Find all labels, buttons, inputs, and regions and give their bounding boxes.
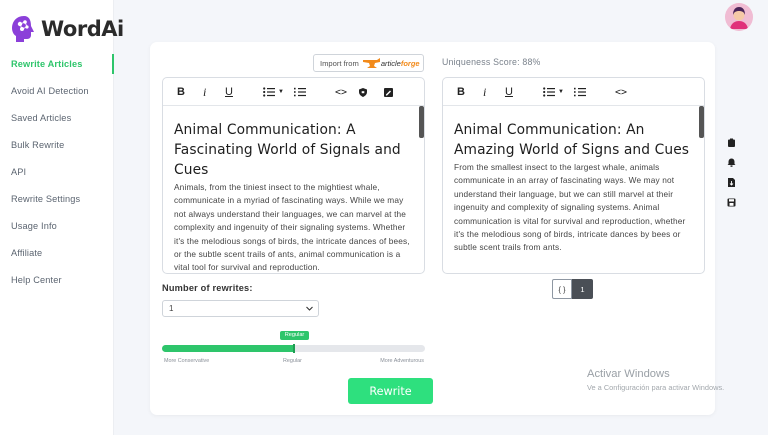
sidebar-item-rewrite-articles[interactable]: Rewrite Articles [0,54,114,81]
slider-fill [162,345,294,352]
rewritten-editor-toolbar: B i U ▼ <> [443,78,704,106]
rewritten-editor[interactable]: B i U ▼ <> Animal Communication: An Amaz… [442,77,705,274]
uniqueness-score: Uniqueness Score: 88% [442,57,541,67]
rewrite-pager: { } 1 [552,279,593,299]
rewrites-label: Number of rewrites: [162,283,253,293]
italic-button[interactable]: i [483,84,486,100]
numbered-list-icon [294,87,306,97]
sidebar-item-api[interactable]: API [0,162,114,189]
side-action-icons [727,138,739,218]
sidebar-nav: Rewrite Articles Avoid AI Detection Save… [0,54,114,297]
sidebar-item-avoid-ai-detection[interactable]: Avoid AI Detection [0,81,114,108]
articleforge-logo: articleforge [362,58,420,68]
rewrites-select[interactable]: 1 [162,300,319,317]
app-name: WordAi [41,17,124,41]
sidebar-item-affiliate[interactable]: Affiliate [0,243,114,270]
bullet-list-icon [263,87,275,97]
original-body: Animals, from the tiniest insect to the … [174,182,410,273]
articleforge-brand: article [380,58,401,68]
underline-button[interactable]: U [225,84,233,100]
save-icon[interactable] [727,198,736,207]
user-avatar[interactable] [725,3,753,31]
sidebar-item-help-center[interactable]: Help Center [0,270,114,297]
code-view-button[interactable]: <> [615,84,627,100]
shield-button[interactable] [359,84,367,100]
numbered-list-button[interactable] [574,84,586,100]
sidebar: WordAi Rewrite Articles Avoid AI Detecti… [0,0,124,435]
original-content[interactable]: Animal Communication: A Fascinating Worl… [163,106,424,273]
rewrites-selected-value: 1 [169,304,174,313]
brain-head-icon [10,14,38,44]
shield-icon [359,87,367,97]
rewritten-scrollbar[interactable] [699,106,704,138]
rewritten-content[interactable]: Animal Communication: An Amazing World o… [443,106,704,273]
slider-tooltip: Regular [280,331,309,340]
bullet-list-button[interactable]: ▼ [543,84,564,100]
slider-thumb[interactable] [293,344,295,353]
anvil-icon [362,58,380,68]
caret-down-icon: ▼ [278,89,284,95]
edit-note-icon [384,87,393,97]
chevron-down-icon [306,306,313,311]
avatar-person-icon [725,3,753,31]
pager-brace-button[interactable]: { } [552,279,572,299]
windows-activation-title: Activar Windows [587,368,670,380]
code-view-button[interactable]: <> [335,84,347,100]
edit-note-button[interactable] [384,84,393,100]
articleforge-brand-accent: forge [400,58,420,68]
italic-button[interactable]: i [203,84,206,100]
bullet-list-icon [543,87,555,97]
clipboard-icon[interactable] [727,138,736,147]
slider-label-conservative: More Conservative [164,358,210,364]
rewritten-body: From the smallest insect to the largest … [454,162,686,253]
underline-button[interactable]: U [505,84,513,100]
pager-page-1[interactable]: 1 [572,279,593,299]
import-prefix: Import from [320,58,359,68]
bullet-list-button[interactable]: ▼ [263,84,284,100]
rewritten-title: Animal Communication: An Amazing World o… [454,122,690,158]
numbered-list-icon [574,87,586,97]
rewrite-button[interactable]: Rewrite [348,378,433,404]
wordai-logo[interactable]: WordAi [10,14,124,44]
original-editor-toolbar: B i U ▼ <> [163,78,424,106]
bell-icon[interactable] [727,158,736,167]
original-scrollbar[interactable] [419,106,424,138]
download-file-icon[interactable] [727,178,736,187]
sidebar-item-bulk-rewrite[interactable]: Bulk Rewrite [0,135,114,162]
slider-label-adventurous: More Adventurous [380,358,424,364]
sidebar-item-usage-info[interactable]: Usage Info [0,216,114,243]
bold-button[interactable]: B [457,84,465,100]
original-editor[interactable]: B i U ▼ <> Animal Communication: A Fasci… [162,77,425,274]
numbered-list-button[interactable] [294,84,306,100]
sidebar-item-rewrite-settings[interactable]: Rewrite Settings [0,189,114,216]
slider-label-regular: Regular [283,358,302,364]
import-articleforge-button[interactable]: Import from articleforge [313,54,424,72]
caret-down-icon: ▼ [558,89,564,95]
original-title: Animal Communication: A Fascinating Worl… [174,122,401,178]
bold-button[interactable]: B [177,84,185,100]
windows-activation-subtitle: Ve a Configuración para activar Windows. [587,383,725,392]
creativity-slider[interactable] [162,344,425,353]
sidebar-item-saved-articles[interactable]: Saved Articles [0,108,114,135]
